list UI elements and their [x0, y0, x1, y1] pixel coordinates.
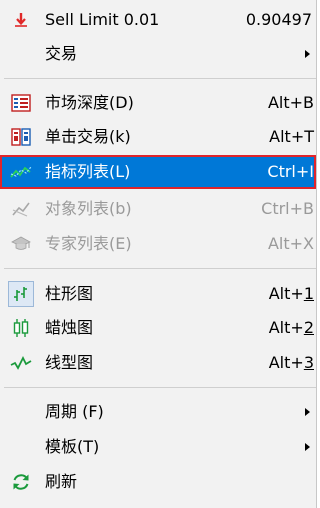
menu-item-label: 专家列表(E) — [45, 234, 132, 253]
expert-hat-icon — [10, 233, 32, 255]
menu-item-shortcut: Alt+X — [267, 234, 314, 253]
menu-item-label: 刷新 — [45, 472, 78, 491]
menu-item-shortcut: Alt+T — [269, 127, 314, 146]
menu-item-refresh[interactable]: 刷新 — [0, 465, 316, 499]
indicator-line-icon — [10, 161, 32, 183]
line-chart-icon — [10, 352, 32, 374]
submenu-arrow-icon — [305, 50, 310, 58]
menu-item-shortcut: Alt+B — [267, 93, 314, 112]
menu-item-label: 市场深度(D) — [45, 93, 134, 112]
menu-separator — [4, 78, 316, 79]
menu-separator — [4, 387, 316, 388]
menu-item-shortcut: Alt+1 — [268, 284, 314, 303]
menu-item-label: 单击交易(k) — [45, 127, 131, 146]
menu-item-shortcut: Ctrl+B — [261, 199, 314, 218]
menu-item-indicators-list[interactable]: 指标列表(L) Ctrl+I — [0, 155, 316, 189]
menu-item-objects-list: 对象列表(b) Ctrl+B — [0, 192, 316, 226]
menu-item-sell-limit[interactable]: Sell Limit 0.01 0.90497 — [0, 3, 316, 37]
menu-item-label: 对象列表(b) — [45, 199, 132, 218]
menu-item-label: 交易 — [45, 44, 78, 63]
menu-item-label: 柱形图 — [45, 284, 94, 303]
menu-item-label: 线型图 — [45, 353, 94, 372]
submenu-arrow-icon — [305, 443, 310, 451]
menu-item-one-click-trading[interactable]: 单击交易(k) Alt+T — [0, 120, 316, 154]
menu-item-label: Sell Limit 0.01 — [45, 10, 160, 29]
candlestick-icon — [10, 317, 32, 339]
menu-item-label: 蜡烛图 — [45, 318, 94, 337]
object-list-icon — [10, 198, 32, 220]
menu-item-market-depth[interactable]: 市场深度(D) Alt+B — [0, 86, 316, 120]
menu-item-shortcut: Alt+3 — [268, 353, 314, 372]
menu-separator — [4, 268, 316, 269]
context-menu: Sell Limit 0.01 0.90497 交易 市场深度(D) Alt+B — [0, 0, 317, 508]
menu-item-experts-list: 专家列表(E) Alt+X — [0, 227, 316, 261]
bar-chart-icon — [8, 281, 34, 307]
menu-item-line-chart[interactable]: 线型图 Alt+3 — [0, 346, 316, 380]
menu-item-template[interactable]: 模板(T) — [0, 430, 316, 464]
menu-item-trade[interactable]: 交易 — [0, 37, 316, 71]
menu-item-candlestick-chart[interactable]: 蜡烛图 Alt+2 — [0, 311, 316, 345]
menu-item-price: 0.90497 — [245, 10, 312, 29]
sell-arrow-icon — [10, 9, 32, 31]
menu-item-shortcut: Ctrl+I — [267, 162, 314, 181]
menu-item-label: 模板(T) — [45, 437, 100, 456]
menu-item-bar-chart[interactable]: 柱形图 Alt+1 — [0, 277, 316, 311]
menu-item-label: 指标列表(L) — [45, 162, 131, 181]
submenu-arrow-icon — [305, 408, 310, 416]
one-click-trading-icon — [10, 126, 32, 148]
menu-item-shortcut: Alt+2 — [268, 318, 314, 337]
menu-item-period[interactable]: 周期 (F) — [0, 395, 316, 429]
refresh-icon — [10, 471, 32, 493]
market-depth-icon — [10, 92, 32, 114]
menu-item-label: 周期 (F) — [45, 402, 104, 421]
